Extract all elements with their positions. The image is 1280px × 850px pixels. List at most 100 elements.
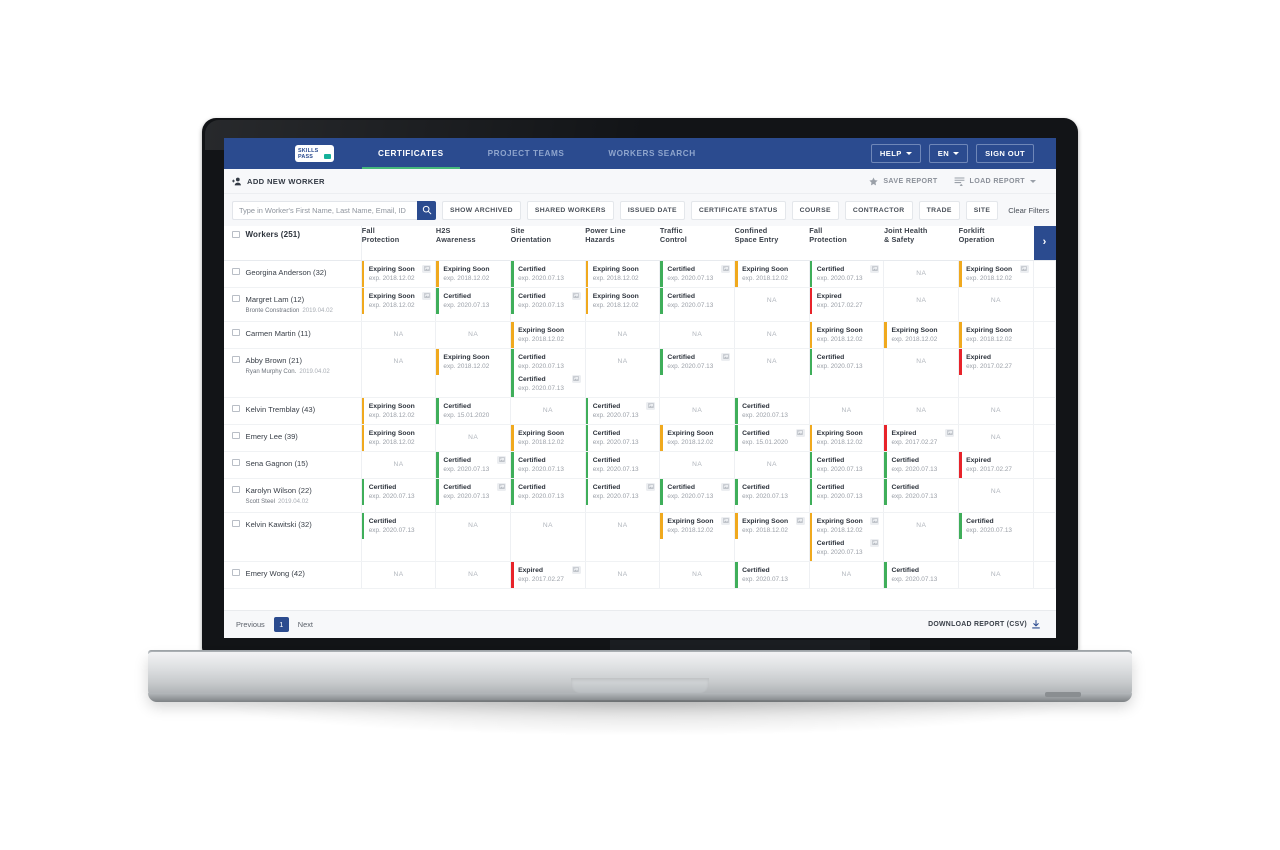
certificate-cell[interactable]: NA: [958, 287, 1034, 322]
photo-icon[interactable]: [870, 538, 880, 547]
search-button[interactable]: [417, 200, 436, 220]
certificate-cell[interactable]: Certified exp. 15.01.2020: [734, 424, 810, 452]
photo-icon[interactable]: [795, 428, 805, 437]
certificate-cell[interactable]: Certified exp. 2020.07.13: [883, 451, 960, 479]
certificate-entry[interactable]: Expired exp. 2017.02.27: [518, 565, 581, 584]
filter-chip-course[interactable]: COURSE: [791, 200, 839, 220]
certificate-entry[interactable]: Certified exp. 2020.07.13: [817, 353, 880, 371]
certificate-cell[interactable]: NA: [809, 397, 885, 425]
certificate-entry[interactable]: Expiring Soon exp. 2018.12.02: [443, 265, 506, 283]
filter-chip-trade[interactable]: TRADE: [918, 200, 960, 220]
certificate-entry[interactable]: Expiring Soon exp. 2018.12.02: [518, 326, 581, 344]
photo-icon[interactable]: [646, 401, 656, 410]
certificate-entry[interactable]: Expiring Soon exp. 2018.12.02: [667, 516, 731, 535]
photo-icon[interactable]: [945, 428, 955, 437]
table-row[interactable]: Abby Brown (21) Ryan Murphy Con. 2019.04.0…: [224, 348, 1056, 398]
tab-certificates[interactable]: CERTIFICATES: [356, 138, 466, 169]
certificate-cell[interactable]: NA: [659, 561, 736, 589]
row-checkbox[interactable]: [232, 431, 240, 439]
certificate-cell[interactable]: Certified exp. 2020.07.13: [734, 478, 810, 513]
certificate-cell[interactable]: NA: [883, 260, 960, 288]
certificate-entry[interactable]: Certified exp. 2020.07.13: [667, 292, 730, 310]
certificate-cell[interactable]: Expired exp. 2017.02.27: [958, 451, 1034, 479]
photo-icon[interactable]: [422, 264, 432, 273]
certificate-cell[interactable]: Expiring Soon exp. 2018.12.02: [734, 260, 810, 288]
column-header-fall-protection-2[interactable]: Fall Protection: [809, 226, 884, 261]
certificate-cell[interactable]: NA: [510, 512, 586, 562]
certificate-cell[interactable]: Expiring Soon exp. 2018.12.02: [958, 260, 1034, 288]
certificate-cell[interactable]: Certified exp. 2020.07.13: [510, 287, 586, 322]
column-header-h2s-awareness[interactable]: H2S Awareness: [435, 226, 511, 261]
certificate-cell[interactable]: Certified exp. 2020.07.13: [510, 478, 586, 513]
table-row[interactable]: Georgina Anderson (32) Expiring Soon exp. …: [224, 260, 1056, 288]
photo-icon[interactable]: [571, 565, 581, 574]
certificate-entry[interactable]: Expiring Soon exp. 2018.12.02: [369, 264, 432, 283]
certificate-entry[interactable]: Expiring Soon exp. 2018.12.02: [518, 429, 581, 447]
certificate-cell[interactable]: Expiring Soon exp. 2018.12.02: [361, 397, 437, 425]
certificate-cell[interactable]: NA: [809, 561, 885, 589]
worker-cell[interactable]: Emery Lee (39): [224, 424, 362, 452]
certificate-entry[interactable]: Expiring Soon exp. 2018.12.02: [742, 265, 805, 283]
certificate-entry[interactable]: Certified exp. 2020.07.13: [443, 482, 507, 501]
certificate-cell[interactable]: Certified exp. 2020.07.13: [585, 397, 661, 425]
certificate-cell[interactable]: NA: [958, 561, 1034, 589]
page-number-1[interactable]: 1: [273, 617, 289, 632]
photo-icon[interactable]: [1019, 264, 1029, 273]
certificate-entry[interactable]: Certified exp. 2020.07.13: [518, 483, 581, 501]
certificate-cell[interactable]: Expiring Soon exp. 2018.12.02: [585, 260, 661, 288]
certificate-cell[interactable]: Certified exp. 2020.07.13: [659, 348, 736, 398]
column-header-forklift-operation[interactable]: Forklift Operation: [958, 226, 1034, 261]
certificate-entry[interactable]: Certified exp. 2020.07.13: [593, 429, 656, 447]
certificate-cell[interactable]: Expiring Soon exp. 2018.12.02: [809, 424, 885, 452]
certificate-entry[interactable]: Expiring Soon exp. 2018.12.02: [369, 402, 432, 420]
certificate-cell[interactable]: NA: [435, 561, 512, 589]
certificate-cell[interactable]: NA: [883, 512, 960, 562]
certificate-entry[interactable]: Expired exp. 2017.02.27: [891, 428, 955, 447]
filter-chip-show-archived[interactable]: SHOW ARCHIVED: [442, 200, 521, 220]
certificate-cell[interactable]: Certified exp. 2020.07.13 Certified exp. 20…: [510, 348, 586, 398]
certificate-entry[interactable]: Expired exp. 2017.02.27: [966, 353, 1029, 371]
certificate-cell[interactable]: Expiring Soon exp. 2018.12.02: [809, 321, 885, 349]
certificate-entry[interactable]: Expired exp. 2017.02.27: [817, 292, 880, 310]
table-row[interactable]: Kelvin Tremblay (43) Expiring Soon exp. 20…: [224, 397, 1056, 425]
table-row[interactable]: Karolyn Wilson (22) Scott Steel 2019.04.02…: [224, 478, 1056, 513]
certificate-entry[interactable]: Certified exp. 2020.07.13: [518, 291, 581, 310]
photo-icon[interactable]: [721, 264, 731, 273]
worker-cell[interactable]: Karolyn Wilson (22) Scott Steel 2019.04.02: [224, 478, 362, 513]
certificate-cell[interactable]: NA: [734, 348, 810, 398]
certificate-entry[interactable]: Certified exp. 2020.07.13: [593, 456, 656, 474]
certificate-cell[interactable]: Expiring Soon exp. 2018.12.02: [734, 512, 810, 562]
certificate-cell[interactable]: Expiring Soon exp. 2018.12.02: [659, 424, 736, 452]
table-row[interactable]: Carmen Martin (11) NA NA Expiring Soon exp. …: [224, 321, 1056, 349]
certificate-cell[interactable]: Certified exp. 2020.07.13: [510, 260, 586, 288]
photo-icon[interactable]: [497, 455, 507, 464]
certificate-cell[interactable]: NA: [958, 478, 1034, 513]
certificate-cell[interactable]: Expiring Soon exp. 2018.12.02: [435, 260, 512, 288]
certificate-cell[interactable]: Expiring Soon exp. 2018.12.02: [435, 348, 512, 398]
certificate-entry[interactable]: Expiring Soon exp. 2018.12.02: [593, 265, 656, 283]
table-row[interactable]: Margret Lam (12) Bronte Constraction 2019.…: [224, 287, 1056, 322]
tab-workers-search[interactable]: WORKERS SEARCH: [586, 138, 717, 169]
certificate-entry[interactable]: Certified exp. 2020.07.13: [817, 264, 880, 283]
certificate-entry[interactable]: Expiring Soon exp. 2018.12.02: [817, 516, 880, 535]
certificate-cell[interactable]: Expiring Soon exp. 2018.12.02: [361, 424, 437, 452]
photo-icon[interactable]: [721, 516, 731, 525]
previous-page-button[interactable]: Previous: [236, 620, 265, 629]
row-checkbox[interactable]: [232, 267, 240, 275]
certificate-cell[interactable]: Certified exp. 2020.07.13: [734, 561, 810, 589]
certificate-cell[interactable]: Certified exp. 2020.07.13: [361, 512, 437, 562]
photo-icon[interactable]: [571, 374, 581, 383]
certificate-cell[interactable]: Expired exp. 2017.02.27: [883, 424, 960, 452]
photo-icon[interactable]: [422, 291, 432, 300]
certificate-cell[interactable]: Expiring Soon exp. 2018.12.02: [510, 424, 586, 452]
photo-icon[interactable]: [795, 516, 805, 525]
certificate-entry[interactable]: Certified exp. 2020.07.13: [443, 455, 507, 474]
certificate-cell[interactable]: NA: [361, 321, 437, 349]
certificate-cell[interactable]: NA: [958, 424, 1034, 452]
certificate-cell[interactable]: Expiring Soon exp. 2018.12.02 Certified exp…: [809, 512, 885, 562]
language-menu-button[interactable]: EN: [928, 144, 969, 163]
certificate-cell[interactable]: NA: [361, 348, 437, 398]
row-checkbox[interactable]: [232, 458, 240, 466]
certificate-cell[interactable]: NA: [659, 321, 736, 349]
certificate-cell[interactable]: Certified exp. 2020.07.13: [435, 451, 512, 479]
